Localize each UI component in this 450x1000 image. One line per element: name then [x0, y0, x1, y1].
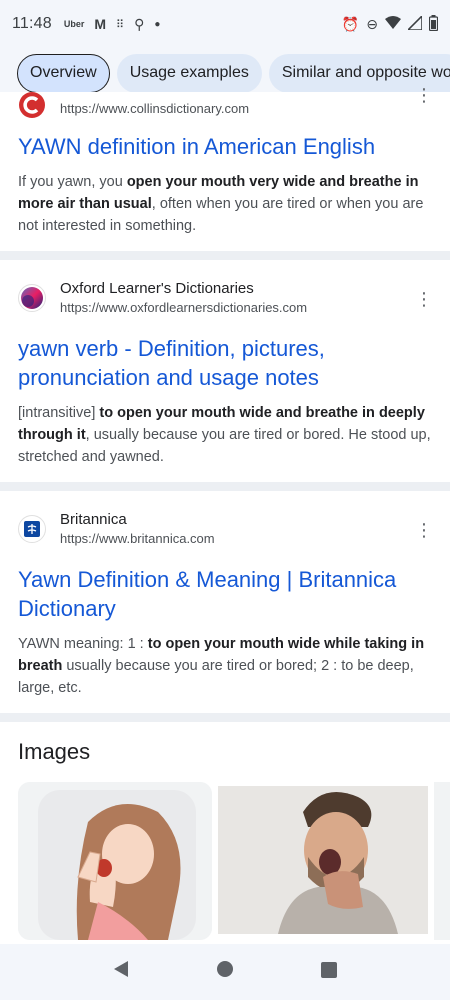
dnd-icon: ⊖	[366, 15, 378, 32]
wifi-icon	[385, 16, 401, 32]
recents-icon[interactable]	[320, 961, 337, 984]
signal-icon	[406, 13, 423, 33]
britannica-favicon-icon	[18, 515, 46, 543]
chip-overview[interactable]: Overview	[17, 53, 110, 93]
alarm-icon: ⏰	[341, 15, 360, 32]
result-britannica: Britannica https://www.britannica.com ⋮ …	[0, 491, 450, 713]
filter-chips: Overview Usage examples Similar and oppo…	[0, 48, 450, 98]
chip-usage-examples[interactable]: Usage examples	[116, 53, 262, 93]
site-name[interactable]: Britannica	[60, 510, 215, 530]
oxford-favicon-icon	[18, 284, 46, 312]
keyhole-icon: ⚲	[134, 15, 145, 32]
divider	[0, 482, 450, 491]
more-options-icon[interactable]: ⋮	[414, 290, 434, 308]
result-title[interactable]: yawn verb - Definition, pictures, pronun…	[18, 334, 432, 392]
result-url[interactable]: https://www.britannica.com	[60, 530, 215, 548]
snippet-text: usually because you are tired or bored; …	[18, 658, 414, 696]
image-thumbnail[interactable]	[434, 782, 450, 940]
grid-icon: ⠿	[116, 18, 125, 31]
dot-icon: ●	[154, 18, 161, 30]
result-url[interactable]: https://www.oxfordlearnersdictionaries.c…	[60, 299, 307, 317]
divider	[0, 713, 450, 722]
result-snippet: If you yawn, you open your mouth very wi…	[18, 171, 432, 251]
system-icons: ⏰ ⊖	[341, 13, 439, 34]
images-carousel[interactable]	[0, 782, 450, 942]
notification-icons: Uber M ⠿ ⚲ ●	[64, 16, 161, 33]
uber-icon: Uber	[63, 19, 85, 29]
result-title[interactable]: YAWN definition in American English	[18, 132, 432, 161]
chip-label: Usage examples	[129, 64, 249, 81]
snippet-text: [intransitive]	[18, 405, 100, 421]
gmail-icon: M	[94, 16, 107, 32]
divider	[0, 251, 450, 260]
more-options-icon[interactable]: ⋮	[414, 521, 434, 539]
status-time: 11:48	[12, 15, 52, 32]
image-thumbnail[interactable]	[218, 782, 428, 940]
result-snippet: [intransitive] to open your mouth wide a…	[18, 402, 432, 482]
result-collins: https://www.collinsdictionary.com ⋮ YAWN…	[0, 86, 450, 251]
search-results: https://www.collinsdictionary.com ⋮ YAWN…	[0, 86, 450, 942]
battery-icon	[428, 14, 439, 34]
collins-favicon-icon	[18, 91, 46, 119]
chip-label: Overview	[30, 64, 97, 81]
result-snippet: YAWN meaning: 1 : to open your mouth wid…	[18, 633, 432, 713]
status-bar: 11:48 Uber M ⠿ ⚲ ● ⏰ ⊖	[0, 0, 450, 48]
result-oxford: Oxford Learner's Dictionaries https://ww…	[0, 260, 450, 482]
back-icon[interactable]	[113, 960, 129, 984]
site-name[interactable]: Oxford Learner's Dictionaries	[60, 279, 307, 299]
system-nav-bar	[0, 944, 450, 1000]
result-title[interactable]: Yawn Definition & Meaning | Britannica D…	[18, 565, 432, 623]
snippet-text: If you yawn, you	[18, 174, 127, 190]
home-icon[interactable]	[216, 960, 234, 984]
more-options-icon[interactable]: ⋮	[414, 86, 434, 104]
image-thumbnail[interactable]	[18, 782, 212, 940]
result-url[interactable]: https://www.collinsdictionary.com	[60, 100, 249, 118]
chip-label: Similar and opposite wo	[281, 64, 450, 81]
images-heading: Images	[18, 739, 91, 764]
snippet-text: YAWN meaning: 1 :	[18, 636, 148, 652]
